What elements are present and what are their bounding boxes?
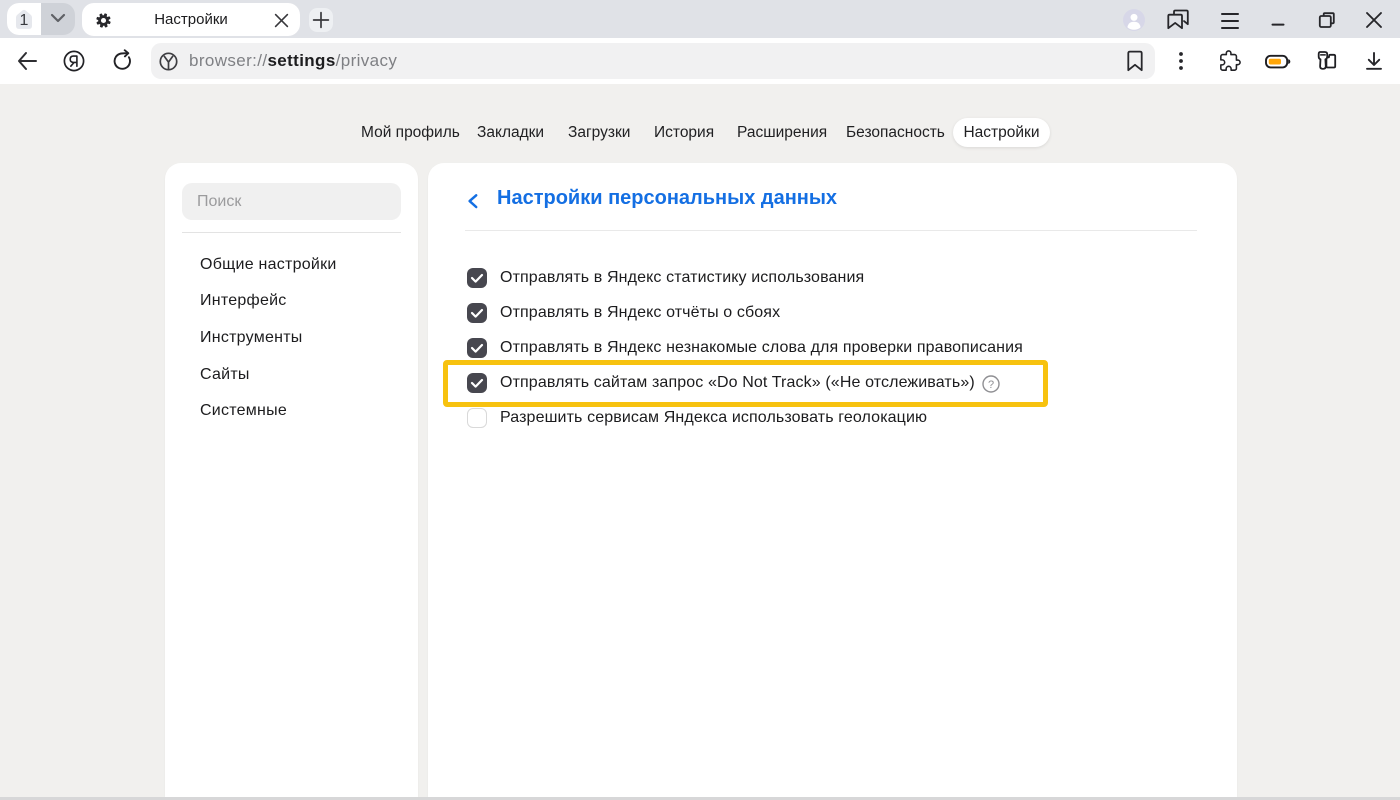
svg-text:?: ? — [987, 379, 993, 391]
